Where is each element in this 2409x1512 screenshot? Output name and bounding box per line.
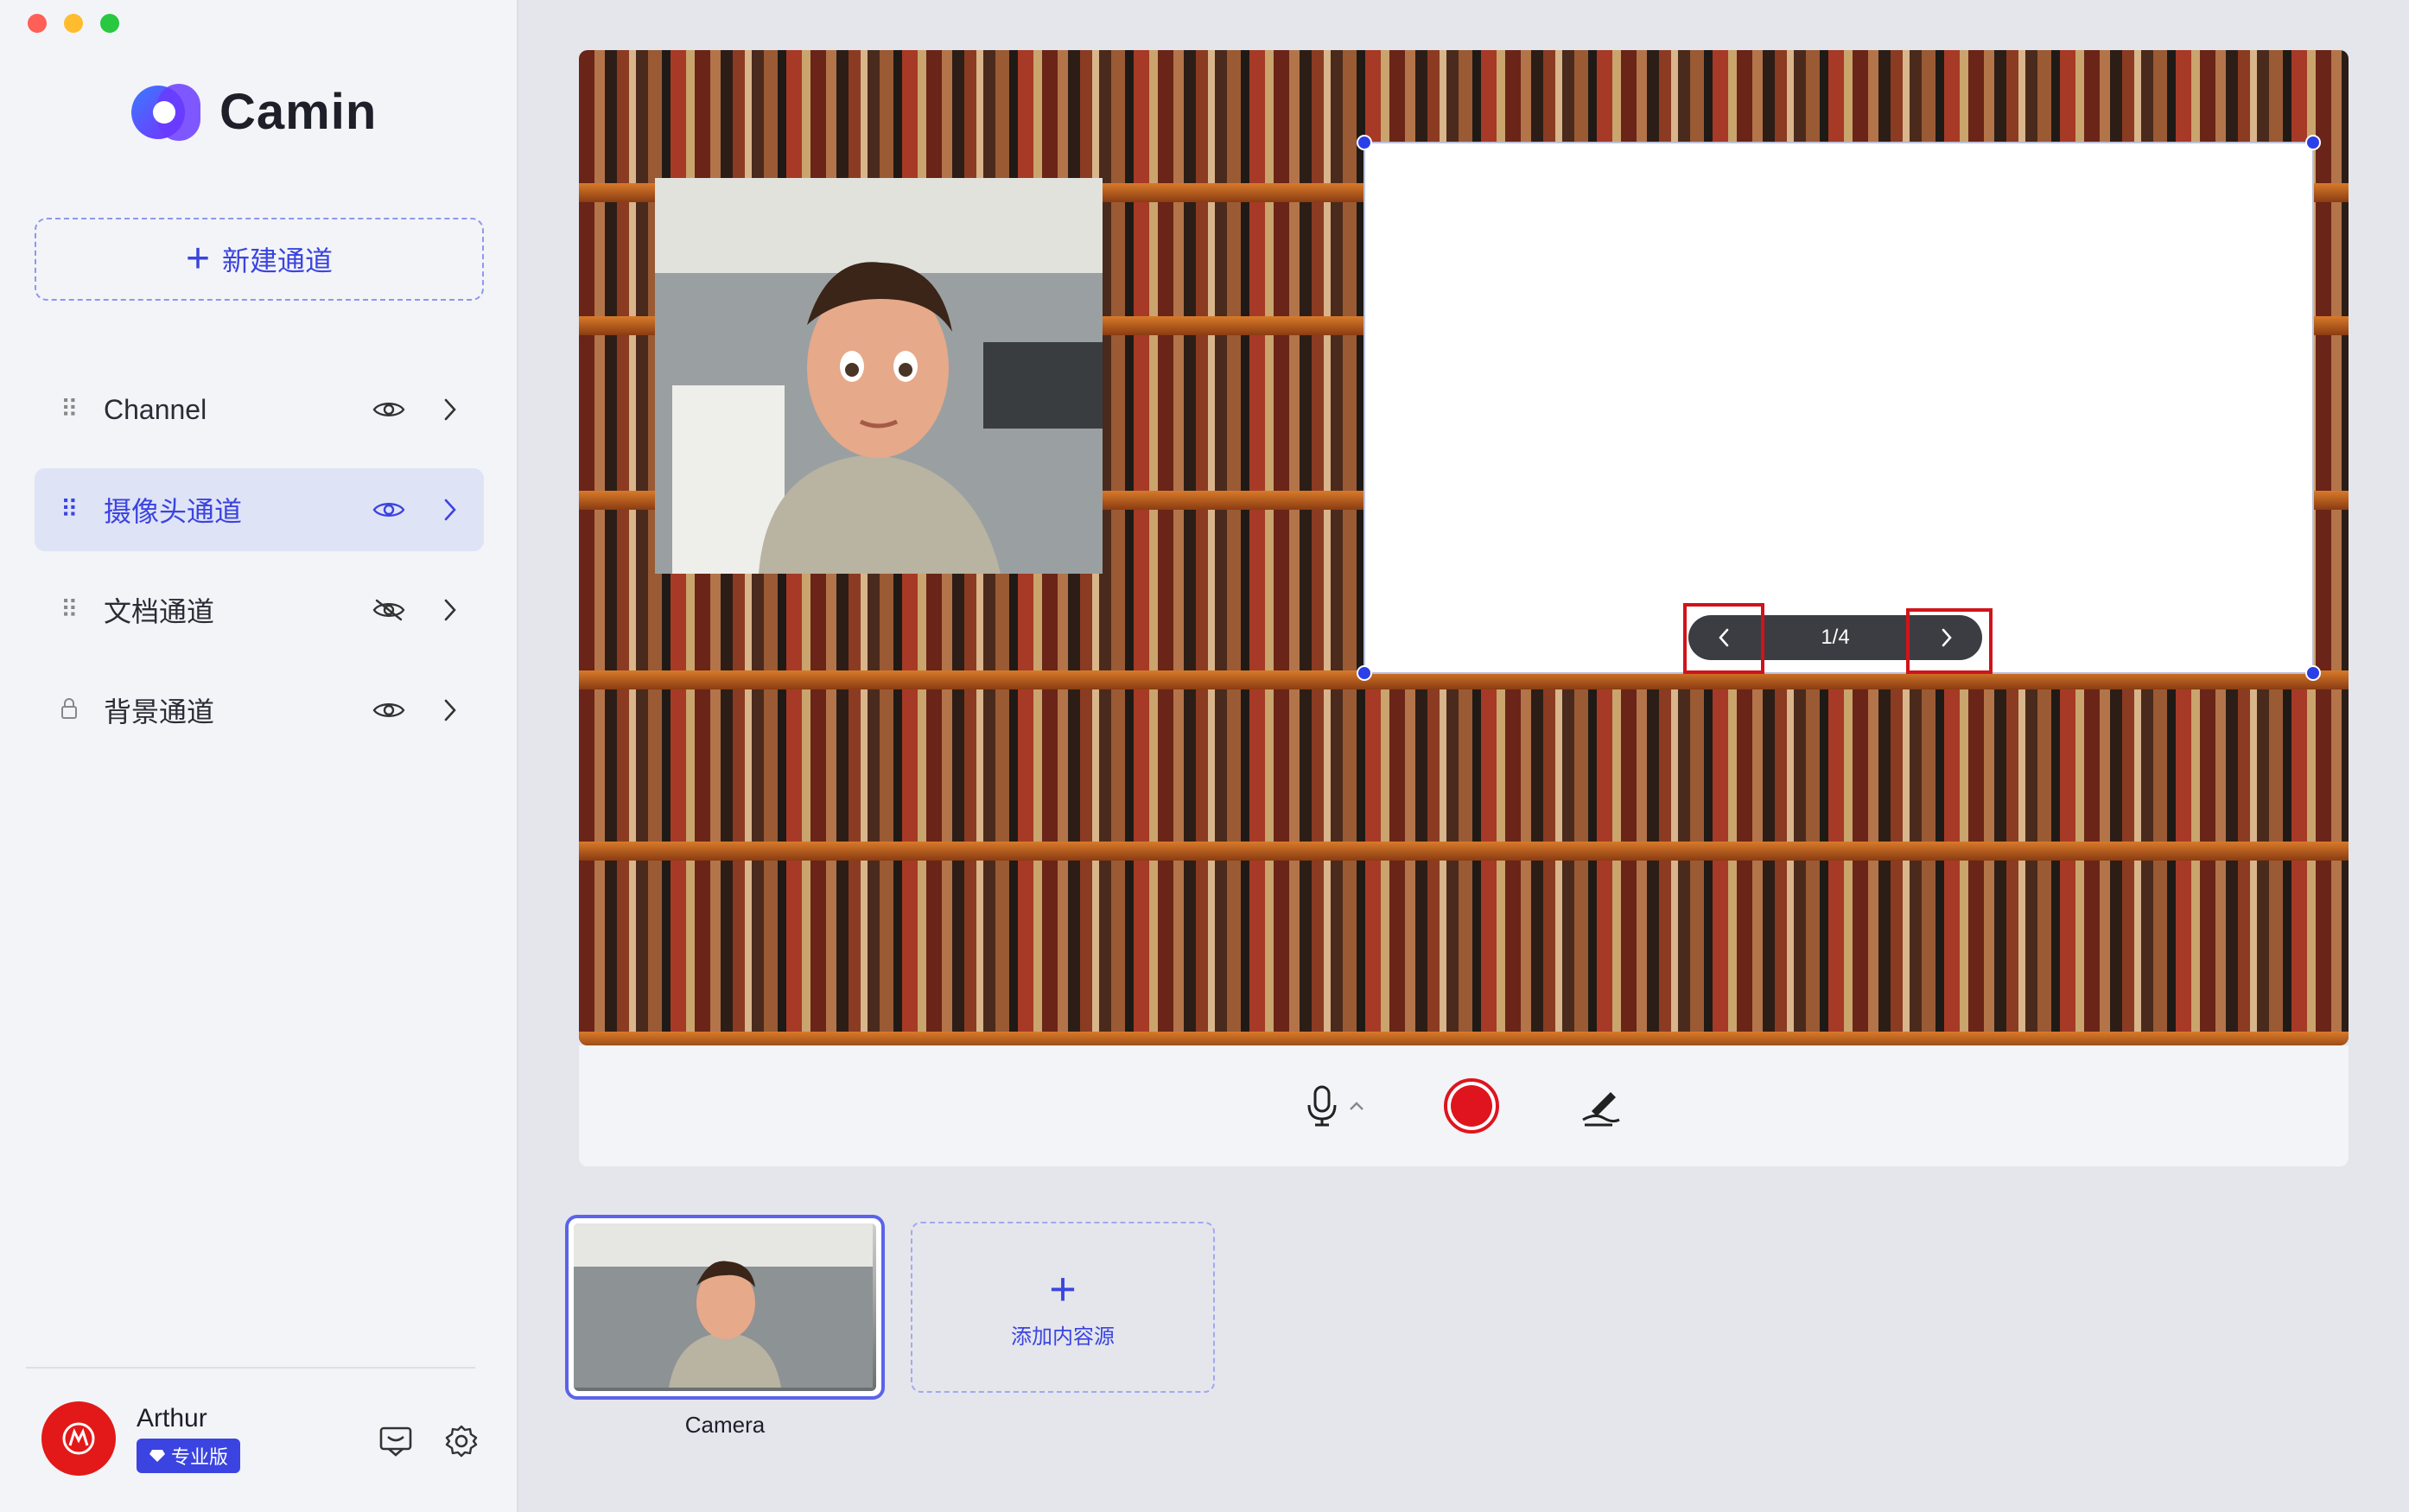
microphone-icon <box>1307 1085 1337 1127</box>
microphone-control[interactable] <box>1305 1084 1365 1128</box>
plus-icon: + <box>185 236 210 282</box>
sidebar-divider <box>26 1367 475 1369</box>
resize-handle-top-left[interactable] <box>1357 135 1372 150</box>
add-source-label: 添加内容源 <box>1011 1325 1115 1349</box>
camera-feed-layer[interactable] <box>655 178 1103 574</box>
settings-gear-icon[interactable] <box>442 1422 480 1460</box>
camin-logo-icon <box>131 83 200 141</box>
add-source-button[interactable]: + 添加内容源 <box>911 1222 1215 1393</box>
new-channel-label: 新建通道 <box>222 245 334 276</box>
avatar[interactable] <box>41 1401 116 1476</box>
channel-label: Channel <box>104 393 207 425</box>
chevron-up-icon[interactable] <box>1348 1100 1365 1112</box>
source-item-camera[interactable]: Camera <box>565 1215 885 1439</box>
chevron-right-icon[interactable] <box>439 693 461 727</box>
annotate-control[interactable] <box>1578 1083 1623 1128</box>
eye-icon[interactable] <box>372 492 406 527</box>
drag-handle-icon[interactable]: ⠿ <box>60 498 85 522</box>
channel-label: 背景通道 <box>104 696 215 727</box>
avatar-logo-icon <box>62 1422 95 1455</box>
plus-icon: + <box>1049 1262 1077 1315</box>
pen-icon <box>1582 1092 1620 1127</box>
channel-label: 摄像头通道 <box>104 496 243 527</box>
user-actions <box>377 1422 480 1460</box>
minimize-window-button[interactable] <box>64 14 83 33</box>
resize-handle-top-right[interactable] <box>2305 135 2321 150</box>
sidebar: Camin + 新建通道 ⠿ Channel ⠿ 摄像头通道 ⠿ 文档通道 背景… <box>0 0 518 1512</box>
preview-stage: 1/4 <box>579 50 2349 1045</box>
highlight-box-prev <box>1683 603 1764 674</box>
feedback-icon[interactable] <box>377 1422 415 1460</box>
shelf-board <box>579 842 2349 861</box>
drag-handle-icon[interactable]: ⠿ <box>60 598 85 622</box>
channel-item-document[interactable]: ⠿ 文档通道 <box>35 569 484 651</box>
person-avatar-image <box>655 178 1103 574</box>
resize-handle-bottom-left[interactable] <box>1357 665 1372 681</box>
shelf-board <box>579 1032 2349 1045</box>
source-label: Camera <box>684 1412 766 1438</box>
user-profile[interactable]: Arthur 专业版 <box>41 1401 241 1476</box>
app-name: Camin <box>219 84 378 140</box>
chevron-right-icon[interactable] <box>439 392 461 427</box>
eye-slash-icon[interactable] <box>372 593 406 627</box>
drag-handle-icon[interactable]: ⠿ <box>60 397 85 422</box>
channel-item-camera[interactable]: ⠿ 摄像头通道 <box>35 468 484 551</box>
channel-label: 文档通道 <box>104 596 215 627</box>
document-window[interactable]: 1/4 <box>1357 135 2321 681</box>
app-brand: Camin <box>131 83 377 141</box>
new-channel-button[interactable]: + 新建通道 <box>35 218 484 301</box>
chevron-right-icon[interactable] <box>439 492 461 527</box>
camera-thumbnail-image <box>574 1223 876 1391</box>
source-thumbnail[interactable] <box>565 1215 885 1400</box>
page-indicator: 1/4 <box>1821 626 1850 649</box>
lock-icon <box>60 697 85 724</box>
chevron-right-icon[interactable] <box>439 593 461 627</box>
plan-badge: 专业版 <box>137 1439 241 1473</box>
channel-item-background[interactable]: 背景通道 <box>35 669 484 752</box>
eye-icon[interactable] <box>372 392 406 427</box>
user-meta: Arthur 专业版 <box>137 1404 241 1473</box>
channel-list: ⠿ Channel ⠿ 摄像头通道 ⠿ 文档通道 背景通道 <box>35 368 484 769</box>
control-bar <box>579 1045 2349 1166</box>
zoom-window-button[interactable] <box>100 14 119 33</box>
user-name: Arthur <box>137 1404 207 1433</box>
diamond-icon <box>149 1450 165 1462</box>
channel-item-channel[interactable]: ⠿ Channel <box>35 368 484 451</box>
close-window-button[interactable] <box>28 14 47 33</box>
eye-icon[interactable] <box>372 693 406 727</box>
resize-handle-bottom-right[interactable] <box>2305 665 2321 681</box>
highlight-box-next <box>1906 608 1993 674</box>
record-icon <box>1444 1078 1499 1134</box>
window-controls <box>28 14 119 33</box>
record-button[interactable] <box>1443 1077 1500 1134</box>
plan-label: 专业版 <box>171 1446 229 1468</box>
